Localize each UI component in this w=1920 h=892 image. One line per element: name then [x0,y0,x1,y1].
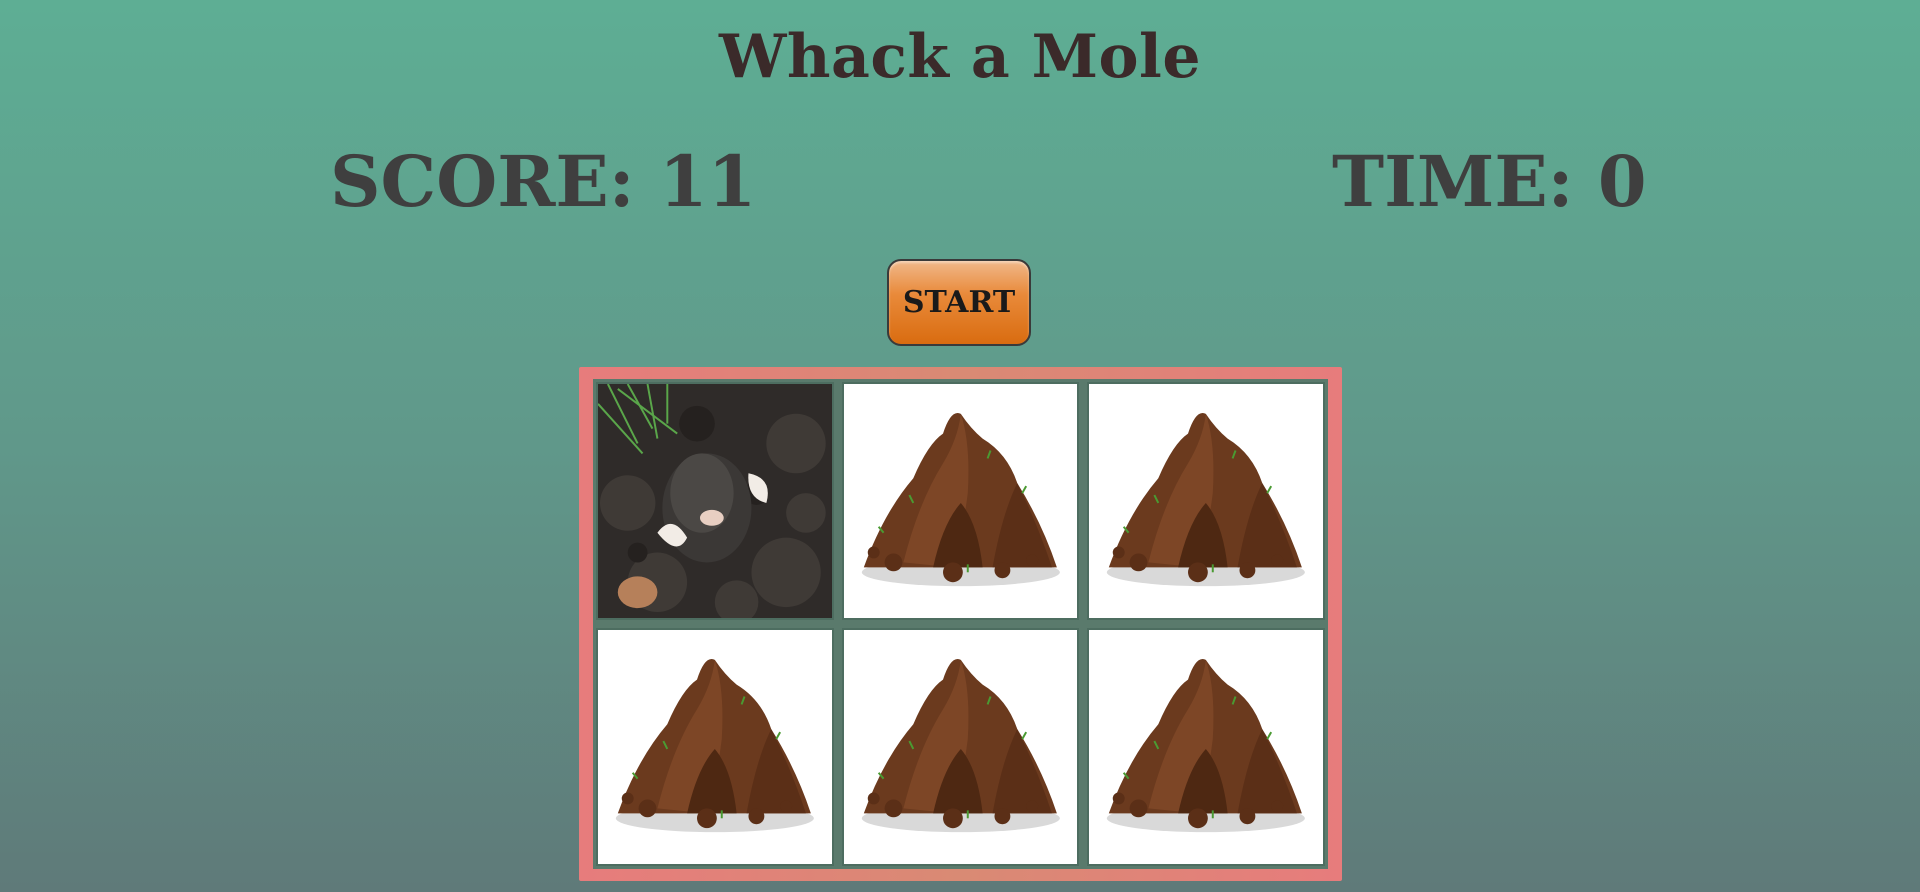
start-button[interactable]: START [887,259,1031,346]
time-display: TIME: 0 [1332,140,1647,223]
hole-2[interactable] [841,382,1080,620]
game-title: Whack a Mole [718,22,1202,92]
score-display: SCORE: 11 [330,140,757,223]
dirt-mound-icon [861,659,1060,833]
dirt-mound-icon [861,413,1060,587]
game-board [579,367,1342,881]
hole-3[interactable] [1087,382,1325,620]
dirt-mound-icon [615,659,814,833]
dirt-mound-icon [1107,659,1306,833]
hole-5[interactable] [841,628,1080,866]
dirt-mound-icon [1107,413,1306,587]
hole-1[interactable] [596,382,834,620]
hole-6[interactable] [1087,628,1325,866]
mole-image [598,384,832,618]
hole-grid [593,379,1328,869]
hole-4[interactable] [596,628,834,866]
